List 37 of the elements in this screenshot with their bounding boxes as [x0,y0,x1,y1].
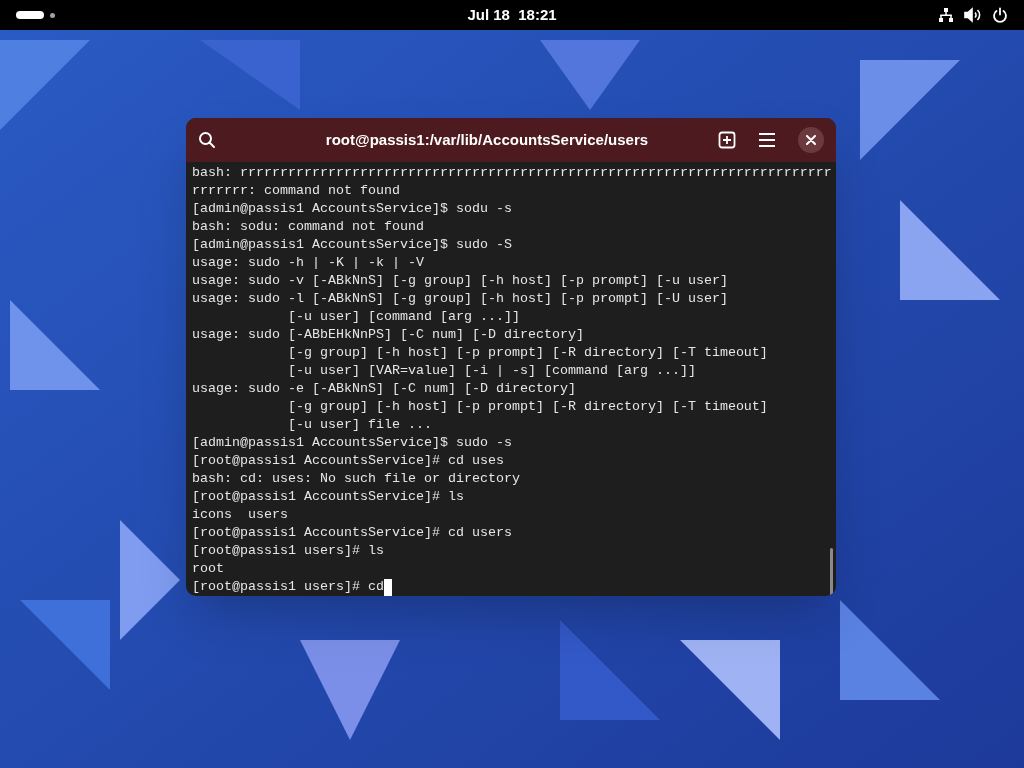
workspace-indicator[interactable] [16,11,44,19]
workspace-indicator[interactable] [50,12,55,18]
terminal-line: [admin@passis1 AccountsService]$ sodu -s [192,200,512,218]
terminal-line: bash: sodu: command not found [192,218,424,236]
terminal-line: [root@passis1 AccountsService]# cd users [192,524,512,542]
clock[interactable]: Jul 18 18:21 [467,3,557,27]
window-title: root@passis1:/var/lib/AccountsService/users [324,129,649,150]
close-icon [806,135,816,145]
close-button[interactable] [798,127,824,153]
terminal-line: [-g group] [-h host] [-p prompt] [-R directory] [-T timeout] [286,344,768,362]
terminal-line: usage: sudo -h | -K | -k | -V [192,254,424,272]
network-icon[interactable] [938,7,954,23]
terminal-line: usage: sudo -e [-ABkNnS] [-C num] [-D directory] [192,380,576,398]
terminal-line: [-u user] [VAR=value] [-i | -s] [command [arg ...]] [286,362,696,380]
terminal-line: usage: sudo -v [-ABkNnS] [-g group] [-h host] [-p prompt] [-u user] [192,272,728,290]
search-icon[interactable] [198,131,216,149]
terminal-line: [admin@passis1 AccountsService]$ sudo -s [192,434,512,452]
terminal-line: rrrrrrr: command not found [192,182,400,200]
terminal-line: usage: sudo -l [-ABkNnS] [-g group] [-h host] [-p prompt] [-U user] [192,290,728,308]
terminal-line: bash: rrrrrrrrrrrrrrrrrrrrrrrrrrrrrrrrrrrrrrrrrrrrrrrrrrrrrrrrrrrrrrrrrrrrrrrrrr [192,164,832,182]
text-cursor [383,578,392,596]
terminal-line: icons users [192,506,288,524]
menu-icon[interactable] [758,132,776,148]
terminal-line: [root@passis1 AccountsService]# ls [192,488,464,506]
terminal-line: bash: cd: uses: No such file or directory [192,470,520,488]
terminal-line: [root@passis1 users]# ls [192,542,384,560]
terminal-line: [root@passis1 users]# cd [192,578,384,596]
terminal-line: [-u user] [command [arg ...]] [286,308,520,326]
terminal-line: root [192,560,224,578]
terminal-line: [-u user] file ... [286,416,432,434]
power-icon[interactable] [992,7,1008,23]
new-tab-icon[interactable] [718,131,736,149]
terminal-line: [-g group] [-h host] [-p prompt] [-R directory] [-T timeout] [286,398,768,416]
volume-icon[interactable] [964,7,982,23]
terminal-line: usage: sudo [-ABbEHkNnPS] [-C num] [-D directory] [192,326,584,344]
terminal-line: [root@passis1 AccountsService]# cd uses [192,452,504,470]
terminal-line: [admin@passis1 AccountsService]$ sudo -S [192,236,512,254]
